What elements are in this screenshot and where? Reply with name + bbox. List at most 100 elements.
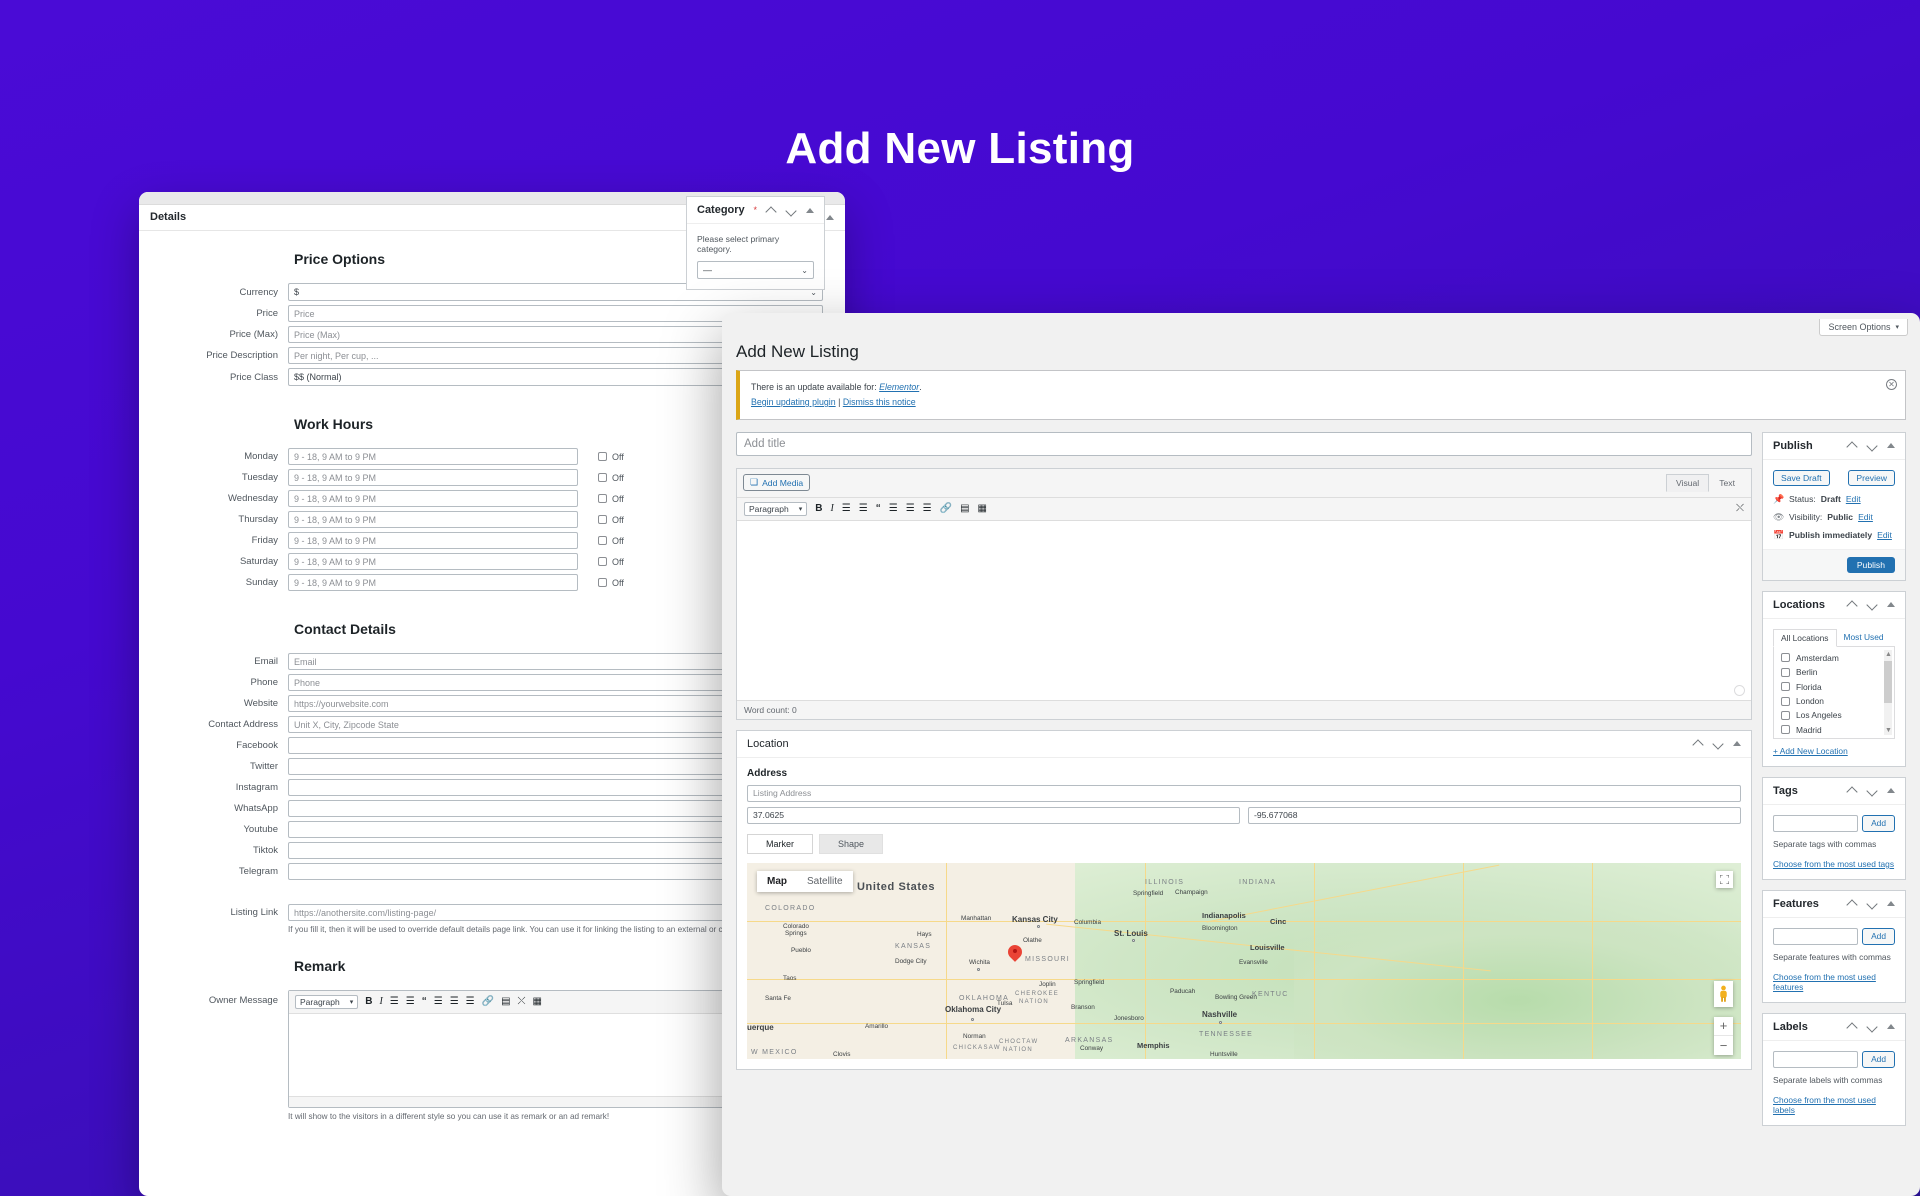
align-left-icon[interactable]: ☰ bbox=[434, 997, 443, 1007]
panel-move-down-icon[interactable] bbox=[1867, 440, 1878, 451]
off-toggle[interactable]: Off bbox=[598, 452, 624, 462]
panel-move-down-icon[interactable] bbox=[1867, 898, 1878, 909]
work-hours-input[interactable]: 9 - 18, 9 AM to 9 PM bbox=[288, 574, 578, 591]
off-toggle[interactable]: Off bbox=[598, 473, 624, 483]
checkbox-off[interactable] bbox=[598, 578, 607, 587]
locations-list[interactable]: AmsterdamBerlinFloridaLondonLos AngelesM… bbox=[1773, 647, 1895, 739]
checkbox-off[interactable] bbox=[598, 473, 607, 482]
dismiss-notice-link[interactable]: Dismiss this notice bbox=[843, 397, 916, 407]
title-input[interactable]: Add title bbox=[736, 432, 1752, 456]
link-icon[interactable]: 🔗 bbox=[940, 504, 952, 514]
format-select[interactable]: Paragraph▾ bbox=[295, 995, 358, 1009]
location-checkbox-item[interactable]: Madrid bbox=[1781, 725, 1890, 735]
add-media-button[interactable]: ❏ Add Media bbox=[743, 474, 810, 491]
save-draft-button[interactable]: Save Draft bbox=[1773, 470, 1830, 486]
italic-icon[interactable]: I bbox=[379, 997, 382, 1007]
scrollbar-thumb[interactable] bbox=[1884, 661, 1892, 703]
checkbox-off[interactable] bbox=[598, 557, 607, 566]
checkbox-off[interactable] bbox=[598, 452, 607, 461]
elementor-link[interactable]: Elementor bbox=[879, 382, 919, 392]
screen-options-button[interactable]: Screen Options ▾ bbox=[1819, 319, 1908, 336]
panel-move-up-icon[interactable] bbox=[1847, 599, 1858, 610]
location-checkbox-item[interactable]: London bbox=[1781, 696, 1890, 706]
preview-button[interactable]: Preview bbox=[1848, 470, 1895, 486]
panel-toggle-icon[interactable] bbox=[1733, 741, 1741, 746]
map-tab-map[interactable]: Map bbox=[757, 871, 797, 892]
add-feature-button[interactable]: Add bbox=[1862, 928, 1895, 945]
fullscreen-icon[interactable]: ⤬ bbox=[1736, 504, 1744, 514]
checkbox[interactable] bbox=[1781, 725, 1790, 734]
panel-move-down-icon[interactable] bbox=[1867, 599, 1878, 610]
align-right-icon[interactable]: ☰ bbox=[466, 997, 475, 1007]
panel-move-up-icon[interactable] bbox=[1847, 1021, 1858, 1032]
longitude-input[interactable]: -95.677068 bbox=[1248, 807, 1741, 824]
begin-updating-plugin-link[interactable]: Begin updating plugin bbox=[751, 397, 836, 407]
checkbox-off[interactable] bbox=[598, 515, 607, 524]
panel-move-up-icon[interactable] bbox=[766, 205, 777, 216]
read-more-icon[interactable]: ▤ bbox=[501, 997, 510, 1007]
panel-toggle-icon[interactable] bbox=[1887, 443, 1895, 448]
bold-icon[interactable]: B bbox=[365, 997, 372, 1007]
panel-toggle-icon[interactable] bbox=[826, 215, 834, 220]
add-label-button[interactable]: Add bbox=[1862, 1051, 1895, 1068]
panel-toggle-icon[interactable] bbox=[1887, 1024, 1895, 1029]
panel-toggle-icon[interactable] bbox=[1887, 901, 1895, 906]
checkbox[interactable] bbox=[1781, 668, 1790, 677]
numbered-list-icon[interactable]: ☰ bbox=[859, 504, 868, 514]
work-hours-input[interactable]: 9 - 18, 9 AM to 9 PM bbox=[288, 553, 578, 570]
edit-visibility-link[interactable]: Edit bbox=[1858, 512, 1873, 522]
off-toggle[interactable]: Off bbox=[598, 494, 624, 504]
address-input[interactable]: Listing Address bbox=[747, 785, 1741, 802]
location-checkbox-item[interactable]: Los Angeles bbox=[1781, 710, 1890, 720]
map-canvas[interactable]: United States COLORADO KANSAS MISSOURI I… bbox=[747, 863, 1741, 1059]
blockquote-icon[interactable]: “ bbox=[422, 997, 427, 1007]
edit-status-link[interactable]: Edit bbox=[1846, 494, 1861, 504]
work-hours-input[interactable]: 9 - 18, 9 AM to 9 PM bbox=[288, 469, 578, 486]
tab-text[interactable]: Text bbox=[1709, 474, 1745, 492]
fullscreen-icon[interactable]: ⤬ bbox=[518, 997, 526, 1007]
panel-move-up-icon[interactable] bbox=[1693, 738, 1704, 749]
checkbox[interactable] bbox=[1781, 653, 1790, 662]
zoom-out-button[interactable]: − bbox=[1714, 1036, 1733, 1055]
off-toggle[interactable]: Off bbox=[598, 536, 624, 546]
numbered-list-icon[interactable]: ☰ bbox=[406, 997, 415, 1007]
work-hours-input[interactable]: 9 - 18, 9 AM to 9 PM bbox=[288, 511, 578, 528]
toolbar-toggle-icon[interactable]: ▦ bbox=[978, 504, 987, 514]
panel-move-up-icon[interactable] bbox=[1847, 440, 1858, 451]
marker-button[interactable]: Marker bbox=[747, 834, 813, 854]
location-checkbox-item[interactable]: Berlin bbox=[1781, 667, 1890, 677]
zoom-in-button[interactable]: + bbox=[1714, 1017, 1733, 1036]
bullet-list-icon[interactable]: ☰ bbox=[390, 997, 399, 1007]
align-center-icon[interactable]: ☰ bbox=[450, 997, 459, 1007]
bullet-list-icon[interactable]: ☰ bbox=[842, 504, 851, 514]
editor-canvas[interactable] bbox=[737, 521, 1751, 700]
work-hours-input[interactable]: 9 - 18, 9 AM to 9 PM bbox=[288, 532, 578, 549]
off-toggle[interactable]: Off bbox=[598, 515, 624, 525]
off-toggle[interactable]: Off bbox=[598, 578, 624, 588]
panel-move-down-icon[interactable] bbox=[786, 205, 797, 216]
panel-move-up-icon[interactable] bbox=[1847, 785, 1858, 796]
bold-icon[interactable]: B bbox=[815, 504, 822, 514]
checkbox-off[interactable] bbox=[598, 494, 607, 503]
add-tag-button[interactable]: Add bbox=[1862, 815, 1895, 832]
scroll-up-icon[interactable]: ▲ bbox=[1885, 651, 1892, 658]
map-marker-pin[interactable] bbox=[1008, 945, 1022, 965]
map-tab-satellite[interactable]: Satellite bbox=[797, 871, 853, 892]
fullscreen-icon[interactable] bbox=[1716, 871, 1733, 888]
primary-category-select[interactable]: — ⌄ bbox=[697, 261, 814, 279]
location-checkbox-item[interactable]: Florida bbox=[1781, 682, 1890, 692]
close-icon[interactable]: ✕ bbox=[1886, 379, 1897, 390]
resize-handle[interactable] bbox=[1734, 685, 1745, 696]
publish-button[interactable]: Publish bbox=[1847, 557, 1895, 573]
checkbox[interactable] bbox=[1781, 697, 1790, 706]
tab-visual[interactable]: Visual bbox=[1666, 474, 1709, 492]
checkbox[interactable] bbox=[1781, 711, 1790, 720]
panel-move-down-icon[interactable] bbox=[1713, 738, 1724, 749]
work-hours-input[interactable]: 9 - 18, 9 AM to 9 PM bbox=[288, 490, 578, 507]
panel-toggle-icon[interactable] bbox=[1887, 788, 1895, 793]
scroll-down-icon[interactable]: ▼ bbox=[1885, 727, 1892, 734]
panel-move-down-icon[interactable] bbox=[1867, 1021, 1878, 1032]
most-used-features-link[interactable]: Choose from the most used features bbox=[1773, 972, 1895, 992]
add-new-location-link[interactable]: + Add New Location bbox=[1773, 746, 1895, 756]
street-view-pegman-icon[interactable] bbox=[1714, 981, 1733, 1007]
